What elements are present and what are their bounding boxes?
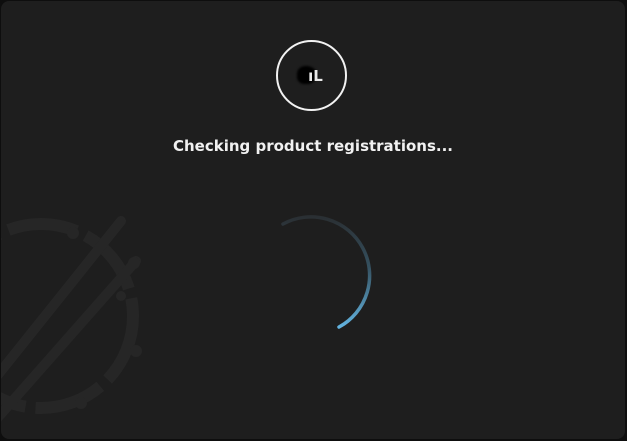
brand-logo: ıL <box>276 40 347 111</box>
loading-window: ıL Checking product registrations... <box>1 1 625 439</box>
status-message: Checking product registrations... <box>172 137 454 155</box>
logo-text: ıL <box>308 66 323 85</box>
drum-sticks-watermark-icon <box>1 216 142 422</box>
loading-spinner-icon <box>281 215 372 329</box>
